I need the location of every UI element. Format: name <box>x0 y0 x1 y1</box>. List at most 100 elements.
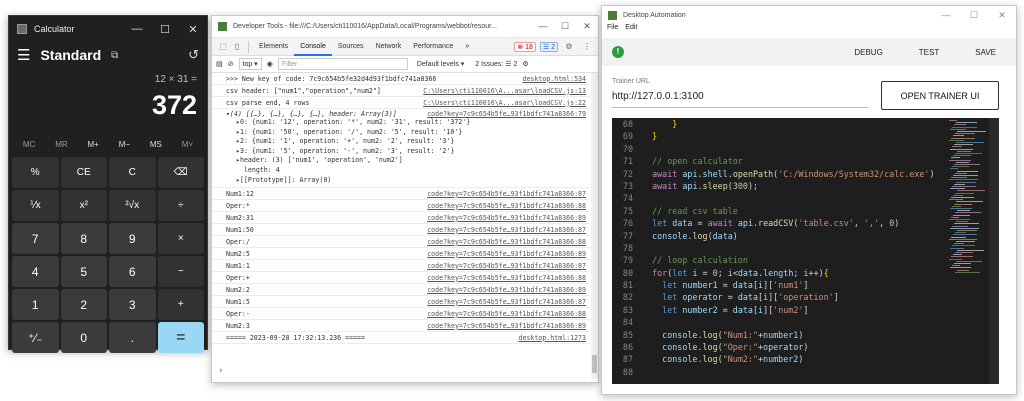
code-text[interactable]: console.log("Oper:"+operator) <box>642 341 808 353</box>
source-link[interactable]: code?key=7c9c654b5fe…93f1bdfc741a8366:87 <box>427 226 586 234</box>
square-root-key[interactable]: ²√x <box>109 190 156 221</box>
object-row[interactable]: ▸header: (3) ['num1', 'operation', 'num2… <box>226 156 586 166</box>
code-text[interactable]: // read csv table <box>642 205 738 217</box>
source-link[interactable]: code?key=7c9c654b5fe…93f1bdfc741a8366:89 <box>427 286 586 294</box>
percent-key[interactable]: % <box>12 157 59 188</box>
code-line[interactable]: 87 console.log("Num2:"+number2) <box>612 353 999 365</box>
close-icon[interactable]: ✕ <box>576 21 598 32</box>
tab-network[interactable]: Network <box>370 38 408 56</box>
code-line[interactable]: 82 let operator = data[i]['operation'] <box>612 291 999 303</box>
memory-clear-button[interactable]: MC <box>23 140 35 149</box>
code-text[interactable]: // loop calculation <box>642 254 748 266</box>
maximize-icon[interactable]: ☐ <box>554 21 576 32</box>
add-key[interactable]: + <box>157 289 204 320</box>
code-text[interactable]: } <box>642 130 657 142</box>
code-line[interactable]: 78 <box>612 242 999 254</box>
object-row[interactable]: ▸[[Prototype]]: Array(0) <box>226 176 586 186</box>
digit-8-key[interactable]: 8 <box>60 223 107 254</box>
issues-badge[interactable]: 2 Issues: ☰ 2 <box>475 60 517 68</box>
digit-7-key[interactable]: 7 <box>12 223 59 254</box>
digit-9-key[interactable]: 9 <box>109 223 156 254</box>
tab-console[interactable]: Console <box>294 38 332 56</box>
trainer-url-field[interactable]: http://127.0.0.1:3100 <box>612 91 868 108</box>
code-line[interactable]: 86 console.log("Oper:"+operator) <box>612 341 999 353</box>
code-line[interactable]: 72 await api.shell.openPath('C:/Windows/… <box>612 168 999 180</box>
code-text[interactable]: console.log("Num2:"+number2) <box>642 353 803 365</box>
code-line[interactable]: 79 // loop calculation <box>612 254 999 266</box>
more-options-icon[interactable]: ⋮ <box>580 42 594 51</box>
object-row[interactable]: ▸2: {num1: '1', operation: '+', num2: '2… <box>226 137 586 147</box>
negate-key[interactable]: ⁺∕₋ <box>12 322 59 353</box>
code-line[interactable]: 88 <box>612 366 999 378</box>
console-settings-gear-icon[interactable]: ⚙ <box>522 60 528 68</box>
source-link[interactable]: code?key=7c9c654b5fe…93f1bdfc741a8366:89 <box>427 250 586 258</box>
tab-elements[interactable]: Elements <box>253 38 294 56</box>
code-text[interactable]: console.log("Num1:"+number1) <box>642 329 803 341</box>
code-editor[interactable]: 68 } 69 } 70 71 // open calculator 72 await … <box>612 118 999 384</box>
source-link[interactable]: code?key=7c9c654b5fe…93f1bdfc741a8366:88 <box>427 202 586 210</box>
code-line[interactable]: 69 } <box>612 130 999 142</box>
object-row[interactable]: ▸1: {num1: '50', operation: '/', num2: '… <box>226 128 586 138</box>
error-count-badge[interactable]: ⊗ 18 <box>514 41 536 52</box>
code-text[interactable]: let number1 = data[i]['num1'] <box>642 279 808 291</box>
minimize-icon[interactable]: — <box>532 21 554 32</box>
source-link[interactable]: code?key=7c9c654b5fe…93f1bdfc741a8366:89 <box>427 214 586 222</box>
minimize-icon[interactable]: — <box>932 10 960 21</box>
digit-5-key[interactable]: 5 <box>60 256 107 287</box>
code-text[interactable]: for(let i = 0; i<data.length; i++){ <box>642 267 829 279</box>
tab-sources[interactable]: Sources <box>332 38 370 56</box>
tab-performance[interactable]: Performance <box>407 38 459 56</box>
menu-file[interactable]: File <box>607 24 618 36</box>
live-expression-eye-icon[interactable]: ◉ <box>267 60 273 68</box>
digit-1-key[interactable]: 1 <box>12 289 59 320</box>
code-text[interactable]: console.log(data) <box>642 230 738 242</box>
status-alert-icon[interactable]: ! <box>612 46 624 58</box>
close-icon[interactable]: ✕ <box>988 10 1016 21</box>
memory-add-button[interactable]: M+ <box>88 140 99 149</box>
save-button[interactable]: SAVE <box>975 48 996 57</box>
reciprocal-key[interactable]: ⅟x <box>12 190 59 221</box>
source-link[interactable]: code?key=7c9c654b5fe…93f1bdfc741a8366:88 <box>427 238 586 246</box>
editor-minimap[interactable] <box>949 118 987 384</box>
clear-entry-key[interactable]: CE <box>60 157 107 188</box>
log-levels-select[interactable]: Default levels ▾ <box>417 60 464 68</box>
code-line[interactable]: 80 for(let i = 0; i<data.length; i++){ <box>612 267 999 279</box>
code-line[interactable]: 75 // read csv table <box>612 205 999 217</box>
digit-3-key[interactable]: 3 <box>109 289 156 320</box>
source-link[interactable]: code?key=7c9c654b5fe…93f1bdfc741a8366:88 <box>427 274 586 282</box>
object-summary[interactable]: ▾(4) [{…}, {…}, {…}, {…}, header: Array(… <box>226 110 427 118</box>
digit-4-key[interactable]: 4 <box>12 256 59 287</box>
keep-on-top-icon[interactable]: ⧉ <box>111 50 118 61</box>
code-text[interactable]: let operator = data[i]['operation'] <box>642 291 839 303</box>
code-text[interactable]: // open calculator <box>642 155 743 167</box>
code-line[interactable]: 76 let data = await api.readCSV('table.c… <box>612 217 999 229</box>
editor-scrollbar[interactable] <box>989 118 999 384</box>
context-select[interactable]: top ▾ <box>238 58 262 70</box>
code-text[interactable]: } <box>642 118 677 130</box>
more-tabs-icon[interactable]: » <box>459 38 475 56</box>
square-key[interactable]: x² <box>60 190 107 221</box>
source-link[interactable]: C:\Users\cti110016\A...asar\loadCSV.js:2… <box>423 99 586 107</box>
console-scrollbar[interactable] <box>591 73 598 379</box>
code-line[interactable]: 73 await api.sleep(300); <box>612 180 999 192</box>
source-link[interactable]: code?key=7c9c654b5fe…93f1bdfc741a8366:79 <box>427 110 586 118</box>
close-icon[interactable]: ✕ <box>179 23 207 36</box>
code-line[interactable]: 83 let number2 = data[i]['num2'] <box>612 304 999 316</box>
test-button[interactable]: TEST <box>919 48 939 57</box>
settings-gear-icon[interactable]: ⚙ <box>562 42 576 51</box>
code-line[interactable]: 81 let number1 = data[i]['num1'] <box>612 279 999 291</box>
hamburger-menu-icon[interactable]: ☰ <box>17 46 30 64</box>
minimize-icon[interactable]: — <box>123 23 151 36</box>
console-filter-input[interactable]: Filter <box>277 58 408 70</box>
backspace-key[interactable]: ⌫ <box>157 157 204 188</box>
clear-console-icon[interactable]: ⊘ <box>228 60 234 68</box>
device-toolbar-icon[interactable]: ▯ <box>230 42 244 51</box>
source-link[interactable]: desktop.html:534 <box>522 75 586 83</box>
digit-0-key[interactable]: 0 <box>60 322 107 353</box>
subtract-key[interactable]: − <box>157 256 204 287</box>
code-line[interactable]: 84 <box>612 316 999 328</box>
object-row[interactable]: ▸3: {num1: '5', operation: '-', num2: '3… <box>226 147 586 157</box>
source-link[interactable]: C:\Users\cti110016\A...asar\loadCSV.js:1… <box>423 87 586 95</box>
code-line[interactable]: 71 // open calculator <box>612 155 999 167</box>
memory-recall-button[interactable]: MR <box>55 140 67 149</box>
